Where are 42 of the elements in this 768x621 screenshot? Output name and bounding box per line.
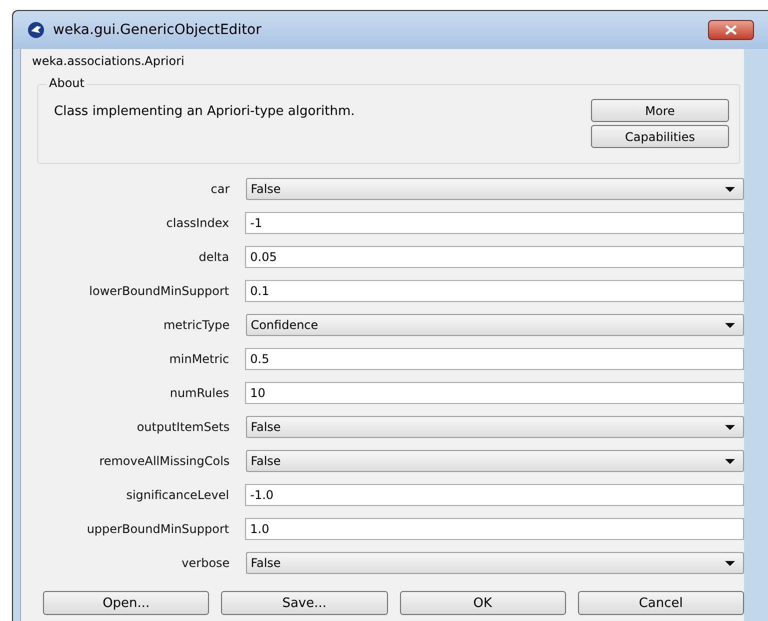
close-icon <box>724 25 738 35</box>
dropdown[interactable]: False <box>246 178 744 200</box>
property-label: significanceLevel <box>125 488 230 502</box>
input-field[interactable]: -1 <box>245 212 744 234</box>
class-name: weka.associations.Apriori <box>31 53 186 70</box>
dropdown[interactable]: Confidence <box>246 314 744 336</box>
about-description: Class implementing an Apriori-type algorithm. <box>54 104 355 121</box>
caret-icon <box>725 560 735 566</box>
about-button[interactable]: Capabilities <box>591 125 729 148</box>
input-field[interactable]: 0.5 <box>245 348 744 370</box>
close-button[interactable] <box>708 20 754 40</box>
dropdown[interactable]: False <box>246 450 744 472</box>
input-field[interactable]: -1.0 <box>245 484 744 506</box>
dialog-button[interactable]: Open... <box>43 591 210 615</box>
dialog-button[interactable]: OK <box>400 591 566 615</box>
caret-icon <box>725 458 735 464</box>
dropdown[interactable]: False <box>246 552 744 574</box>
property-label: removeAllMissingCols <box>98 454 231 468</box>
about-button[interactable]: More <box>591 99 729 122</box>
property-label: verbose <box>180 556 231 570</box>
bird-icon <box>27 21 45 39</box>
property-label: metricType <box>162 318 231 332</box>
property-label: classIndex <box>165 216 230 230</box>
property-label: numRules <box>168 386 230 400</box>
caret-icon <box>725 322 735 328</box>
window-title: weka.gui.GenericObjectEditor <box>53 22 262 38</box>
input-field[interactable]: 0.1 <box>245 280 744 302</box>
input-field[interactable]: 10 <box>245 382 744 404</box>
property-label: outputItemSets <box>136 420 231 434</box>
group-legend: About <box>46 76 88 90</box>
caret-icon <box>725 424 735 430</box>
input-field[interactable]: 0.05 <box>245 246 744 268</box>
property-label: minMetric <box>168 352 230 366</box>
dropdown[interactable]: False <box>246 416 744 438</box>
dialog-button[interactable]: Cancel <box>578 591 744 615</box>
property-label: delta <box>198 250 230 264</box>
caret-icon <box>725 186 735 192</box>
input-field[interactable]: 1.0 <box>245 518 744 540</box>
dialog-button[interactable]: Save... <box>221 591 388 615</box>
property-label: car <box>210 182 231 196</box>
property-label: upperBoundMinSupport <box>86 522 230 536</box>
property-label: lowerBoundMinSupport <box>88 284 230 298</box>
